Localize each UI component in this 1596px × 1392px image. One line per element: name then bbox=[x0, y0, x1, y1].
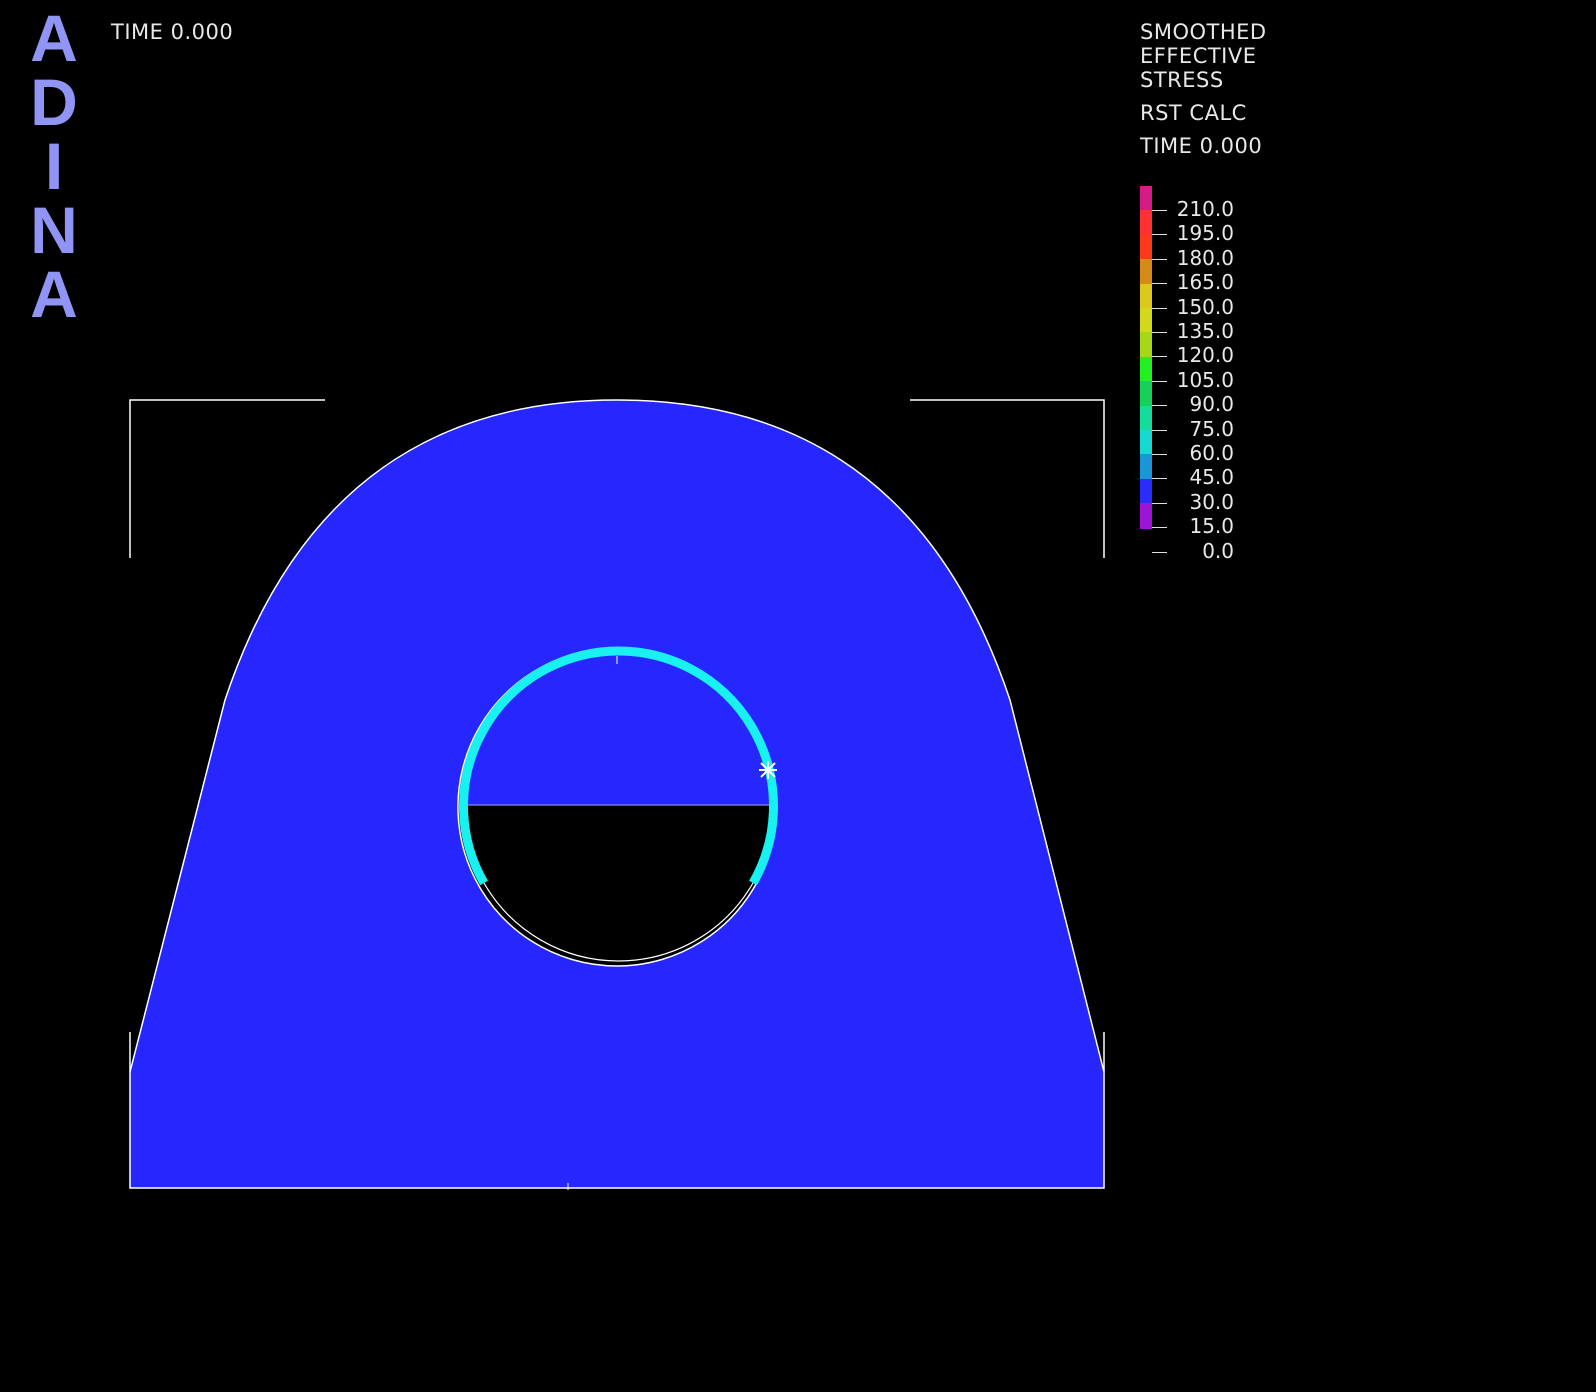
legend-color-band bbox=[1140, 478, 1152, 505]
legend-tick bbox=[1152, 332, 1167, 333]
legend-calc-label: RST CALC bbox=[1140, 101, 1247, 125]
legend-tick bbox=[1152, 429, 1167, 431]
legend-value-label: 135.0 bbox=[1176, 319, 1234, 343]
legend-value-label: 45.0 bbox=[1189, 465, 1234, 490]
legend-tick bbox=[1152, 478, 1167, 480]
legend-value-label: 30.0 bbox=[1189, 489, 1234, 514]
logo-letter: A bbox=[30, 257, 78, 331]
legend-title-line: SMOOTHED bbox=[1140, 20, 1267, 44]
legend-tick bbox=[1152, 454, 1167, 455]
logo-letter: I bbox=[44, 129, 64, 203]
legend-value-label: 90.0 bbox=[1189, 392, 1234, 417]
legend-color-band bbox=[1140, 186, 1152, 212]
legend-color-band bbox=[1140, 210, 1152, 236]
logo-letter: D bbox=[30, 65, 78, 139]
legend-value-label: 0.0 bbox=[1202, 538, 1234, 563]
legend-color-band bbox=[1140, 259, 1152, 285]
logo-letter: A bbox=[30, 1, 78, 75]
time-label: TIME 0.000 bbox=[111, 20, 234, 44]
legend-value-label: 180.0 bbox=[1176, 245, 1234, 270]
legend-color-band bbox=[1140, 405, 1152, 431]
legend-tick bbox=[1152, 283, 1167, 285]
legend-tick bbox=[1152, 307, 1167, 309]
max-stress-marker-icon bbox=[759, 761, 777, 779]
legend-value-label: 120.0 bbox=[1176, 343, 1234, 368]
legend-tick bbox=[1152, 258, 1167, 260]
legend-color-band bbox=[1140, 381, 1152, 407]
legend-tick bbox=[1152, 380, 1167, 382]
legend-title-line: STRESS bbox=[1140, 68, 1224, 92]
legend-tick bbox=[1152, 551, 1167, 553]
legend-value-label: 75.0 bbox=[1189, 416, 1234, 441]
legend-value-label: 15.0 bbox=[1189, 514, 1234, 539]
legend-value-label: 60.0 bbox=[1189, 441, 1234, 465]
legend-value-label: 105.0 bbox=[1176, 367, 1234, 392]
legend-time-label: TIME 0.000 bbox=[1140, 134, 1263, 158]
legend-tick bbox=[1152, 527, 1167, 529]
legend-tick bbox=[1152, 234, 1167, 236]
legend-value-label: 150.0 bbox=[1176, 294, 1234, 319]
adina-logo: A D I N A bbox=[26, 1, 82, 331]
legend-value-label: 210.0 bbox=[1176, 197, 1234, 221]
legend-title: SMOOTHED EFFECTIVE STRESS bbox=[1140, 20, 1267, 92]
legend-color-band bbox=[1140, 308, 1152, 334]
legend-color-band bbox=[1140, 430, 1152, 456]
logo-letter: N bbox=[30, 193, 78, 267]
legend-tick bbox=[1152, 210, 1167, 211]
legend-color-band bbox=[1140, 234, 1152, 261]
legend-tick bbox=[1152, 502, 1167, 504]
legend-color-band bbox=[1140, 454, 1152, 480]
legend-value-label: 195.0 bbox=[1176, 221, 1234, 246]
legend-color-band bbox=[1140, 356, 1152, 383]
legend-color-band bbox=[1140, 332, 1152, 358]
legend-tick bbox=[1152, 405, 1167, 407]
legend-title-line: EFFECTIVE bbox=[1140, 44, 1257, 68]
legend-value-label: 165.0 bbox=[1176, 270, 1234, 295]
legend-color-band bbox=[1140, 283, 1152, 309]
legend-tick bbox=[1152, 356, 1167, 358]
legend-color-band bbox=[1140, 503, 1152, 529]
model-viewport bbox=[129, 399, 1105, 1190]
